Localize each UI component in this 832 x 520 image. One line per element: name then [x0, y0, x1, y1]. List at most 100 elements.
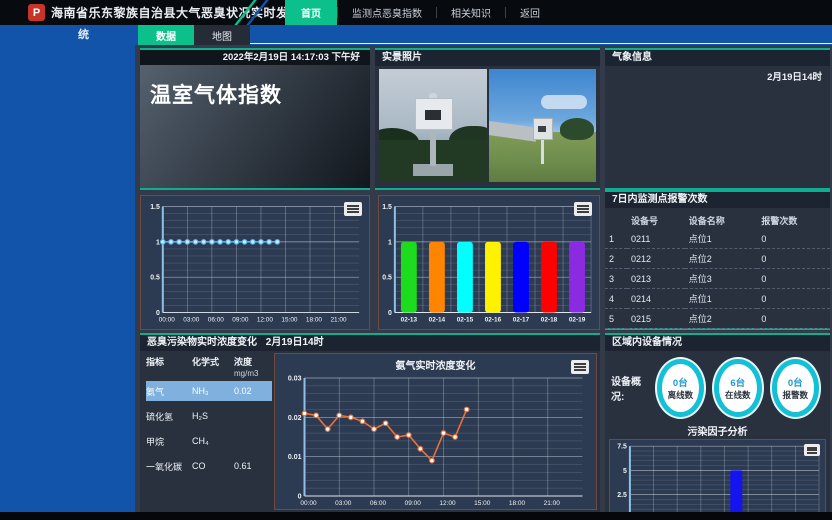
table-row: 20212点位20	[605, 249, 830, 269]
svg-text:12:00: 12:00	[439, 500, 456, 507]
svg-text:02-15: 02-15	[457, 316, 474, 323]
panel-alarm-table: 7日内监测点报警次数 设备号设备名称报警次数 10211点位1020212点位2…	[605, 190, 830, 330]
online-label: 在线数	[725, 389, 751, 401]
chart-daily-bars: 00.511.502-1302-1402-1502-1602-1702-1802…	[378, 195, 600, 330]
factor-chart-box: 02.557.5氨气硫化氢甲烷一氧化碳	[609, 439, 826, 520]
tab-data[interactable]: 数据	[138, 25, 194, 45]
svg-text:02-14: 02-14	[429, 316, 446, 323]
svg-text:7.5: 7.5	[617, 444, 627, 451]
stat-circle-offline: 0台 离线数	[657, 359, 704, 417]
greenhouse-banner: 温室气体指数	[140, 65, 370, 188]
svg-text:06:00: 06:00	[370, 500, 387, 507]
weather-panel-title: 气象信息	[605, 50, 830, 66]
svg-text:0: 0	[388, 310, 392, 317]
greenhouse-headline: 温室气体指数	[140, 65, 370, 109]
svg-text:02-16: 02-16	[485, 316, 502, 323]
odor-row[interactable]: 一氧化碳CO0.61	[146, 456, 272, 476]
alarm-label: 报警数	[783, 389, 809, 401]
svg-text:1: 1	[388, 239, 392, 246]
alarm-table-head: 设备号设备名称报警次数	[605, 212, 830, 229]
chart-menu-icon[interactable]	[804, 444, 820, 456]
alarm-count: 0台	[788, 375, 803, 389]
tab-map[interactable]: 地图	[194, 25, 250, 45]
svg-text:21:00: 21:00	[330, 316, 347, 323]
alarm-table-body: 10211点位1020212点位2030213点位3040214点位105021…	[605, 229, 830, 349]
factor-bar-chart: 02.557.5氨气硫化氢甲烷一氧化碳	[610, 440, 825, 520]
odor-table-header: 指标 化学式 浓度mg/m3	[146, 355, 272, 378]
nh3-chart-box: 氨气实时浓度变化 00.010.020.0300:0003:0006:0009:…	[274, 353, 597, 510]
svg-text:02-19: 02-19	[569, 316, 586, 323]
svg-text:1.5: 1.5	[150, 204, 160, 211]
app-logo-icon: P	[28, 4, 45, 21]
nav-item-back[interactable]: 返回	[506, 0, 554, 25]
svg-text:0.5: 0.5	[150, 275, 160, 282]
odor-row[interactable]: 甲烷CH₄	[146, 431, 272, 451]
device-overview-label: 设备概况:	[611, 373, 652, 403]
svg-text:06:00: 06:00	[208, 316, 225, 323]
nav-item-knowledge[interactable]: 相关知识	[437, 0, 505, 25]
stat-circle-online: 6台 在线数	[714, 359, 761, 417]
panel-greenhouse-index: 2022年2月19日 14:17:03 下午好 温室气体指数	[140, 48, 370, 190]
svg-text:02-13: 02-13	[401, 316, 418, 323]
svg-text:0.03: 0.03	[288, 376, 302, 383]
nav-item-home[interactable]: 首页	[285, 0, 337, 25]
svg-text:21:00: 21:00	[544, 500, 561, 507]
top-header: P 海南省乐东黎族自治县大气恶臭状况实时发布系 首页 监测点恶臭指数 相关知识 …	[0, 0, 832, 25]
panel-weather-info: 气象信息 2月19日14时	[605, 48, 830, 190]
svg-text:1.5: 1.5	[382, 204, 392, 211]
site-photo-2	[489, 69, 597, 182]
sub-header: 统 数据 地图	[0, 25, 832, 45]
weather-time: 2月19日14时	[605, 66, 830, 83]
odor-title-time: 2月19日14时	[266, 337, 324, 348]
chart-menu-icon[interactable]	[344, 202, 362, 216]
left-sidebar	[0, 45, 135, 520]
table-row: 30213点位30	[605, 269, 830, 289]
svg-text:12:00: 12:00	[257, 316, 274, 323]
nav-item-odor-index[interactable]: 监测点恶臭指数	[338, 0, 436, 25]
panel-odor-concentration: 恶臭污染物实时浓度变化 2月19日14时 指标 化学式 浓度mg/m3 氨气NH…	[140, 333, 600, 512]
svg-text:1: 1	[156, 239, 160, 246]
svg-text:00:00: 00:00	[159, 316, 176, 323]
device-overview-row: 设备概况: 0台 离线数 6台 在线数 0台 报警数	[605, 351, 830, 419]
svg-text:09:00: 09:00	[405, 500, 422, 507]
datetime-text: 2022年2月19日 14:17:03 下午好	[140, 50, 370, 65]
svg-text:00:00: 00:00	[300, 500, 317, 507]
odor-row[interactable]: 硫化氢H₂S	[146, 406, 272, 426]
photos-container	[375, 66, 600, 182]
svg-text:18:00: 18:00	[306, 316, 323, 323]
alarm-panel-title: 7日内监测点报警次数	[605, 192, 830, 208]
svg-text:0.01: 0.01	[288, 454, 302, 461]
dashboard-root: P 海南省乐东黎族自治县大气恶臭状况实时发布系 首页 监测点恶臭指数 相关知识 …	[0, 0, 832, 520]
chart-greenhouse-line: 00.511.500:0003:0006:0009:0012:0015:0018…	[140, 195, 370, 330]
stat-circle-alarm: 0台 报警数	[772, 359, 819, 417]
chart-menu-icon[interactable]	[574, 202, 592, 216]
alarm-table: 设备号设备名称报警次数 10211点位1020212点位2030213点位304…	[605, 212, 830, 349]
table-row: 50215点位20	[605, 309, 830, 329]
main-content: 2022年2月19日 14:17:03 下午好 温室气体指数 实景照片	[135, 45, 832, 520]
svg-text:02-17: 02-17	[513, 316, 530, 323]
chart-menu-icon[interactable]	[571, 360, 589, 374]
svg-text:15:00: 15:00	[281, 316, 298, 323]
svg-text:09:00: 09:00	[232, 316, 249, 323]
odor-table-rows: 氨气NH₃0.02 硫化氢H₂S 甲烷CH₄ 一氧化碳CO0.61	[146, 381, 272, 476]
odor-col-indicator: 指标	[146, 355, 192, 378]
factor-chart-title: 污染因子分析	[605, 419, 830, 439]
svg-text:03:00: 03:00	[335, 500, 352, 507]
odor-title-text: 恶臭污染物实时浓度变化	[147, 337, 257, 348]
table-row: 10211点位10	[605, 229, 830, 249]
site-photo-1	[379, 69, 487, 182]
photos-panel-title: 实景照片	[375, 50, 600, 66]
odor-col-formula: 化学式	[192, 355, 234, 378]
svg-text:0.02: 0.02	[288, 415, 302, 422]
odor-panel-title: 恶臭污染物实时浓度变化 2月19日14时	[140, 335, 600, 351]
bottom-bar	[0, 512, 832, 520]
view-tabs: 数据 地图	[138, 25, 250, 45]
odor-row[interactable]: 氨气NH₃0.02	[146, 381, 272, 401]
offline-count: 0台	[673, 375, 688, 389]
odor-col-concentration: 浓度mg/m3	[234, 355, 272, 378]
nh3-chart-title: 氨气实时浓度变化	[275, 354, 596, 372]
svg-text:18:00: 18:00	[509, 500, 526, 507]
svg-text:02-18: 02-18	[541, 316, 558, 323]
daily-bar-chart: 00.511.502-1302-1402-1502-1602-1702-1802…	[379, 196, 599, 329]
svg-text:5: 5	[623, 468, 627, 475]
